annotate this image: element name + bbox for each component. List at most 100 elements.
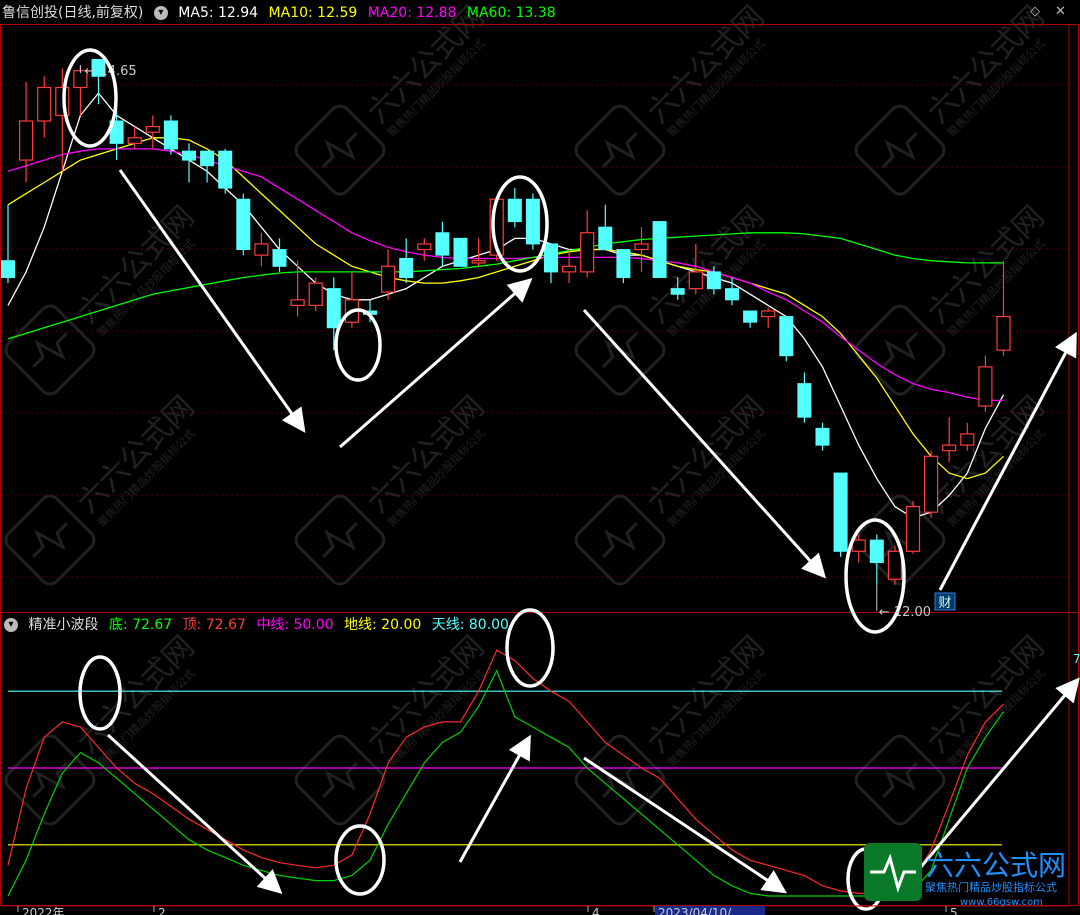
- candle-body: [996, 315, 1011, 351]
- candle-body: [200, 150, 215, 167]
- candle: [616, 249, 631, 284]
- watermark-brand: 六六公式网: [71, 389, 202, 520]
- cai-badge: 财: [938, 596, 951, 611]
- candle-body: [761, 310, 776, 318]
- candle-body: [725, 288, 739, 301]
- candle: [598, 204, 613, 251]
- candle: [435, 221, 450, 267]
- candle-body: [471, 260, 486, 264]
- candle: [507, 188, 522, 228]
- watermark-layer: 六六公式网聚焦热门精品炒股指标公式六六公式网聚焦热门精品炒股指标公式六六公式网聚…: [4, 0, 1052, 826]
- ground-value: 地线: 20.00: [344, 617, 422, 633]
- indicator-menu-icon[interactable]: ▾: [153, 6, 168, 20]
- trend-arrow: [106, 733, 283, 895]
- candle-body: [453, 237, 468, 267]
- date-label: 5: [950, 906, 958, 915]
- watermark-brand: 六六公式网: [641, 0, 772, 130]
- indicator-title: 精准小波段: [28, 617, 99, 633]
- candle-body: [815, 427, 830, 446]
- candle-body: [544, 243, 558, 273]
- candle: [942, 417, 957, 462]
- candle-body: [960, 433, 975, 446]
- candle: [544, 243, 558, 284]
- candle-body: [1, 260, 15, 278]
- watermark-brand: 六六公式网: [921, 199, 1052, 330]
- watermark-brand: 六六公式网: [641, 629, 772, 760]
- candle-body: [561, 265, 577, 273]
- ma60-value: MA60: 13.38: [466, 5, 556, 21]
- watermark-brand: 六六公式网: [921, 629, 1052, 760]
- date-label: 2: [158, 906, 166, 915]
- stock-title: 鲁信创投(日线,前复权): [2, 5, 144, 21]
- stock-chart[interactable]: 六六公式网聚焦热门精品炒股指标公式六六公式网聚焦热门精品炒股指标公式六六公式网聚…: [0, 0, 1080, 915]
- candle-body: [272, 249, 287, 267]
- watermark-tile: 六六公式网聚焦热门精品炒股指标公式: [294, 389, 492, 586]
- trend-arrow: [583, 756, 787, 894]
- candle-body: [525, 198, 540, 245]
- candle-body: [978, 366, 993, 407]
- candle: [453, 237, 468, 267]
- candle: [833, 472, 848, 557]
- indicator-header: ▾ 精准小波段 底: 72.67 顶: 72.67 中线: 50.00 地线: …: [4, 614, 515, 636]
- candle-body: [127, 137, 142, 144]
- bottom-value: 底: 72.67: [108, 617, 173, 633]
- candle-body: [851, 539, 866, 552]
- brand-slogan: 聚焦热门精品炒股指标公式: [925, 880, 1057, 894]
- candle: [308, 277, 323, 311]
- main-header: 鲁信创投(日线,前复权) ▾ MA5: 12.94 MA10: 12.59 MA…: [2, 2, 562, 24]
- candle: [634, 227, 649, 272]
- candle-body: [182, 150, 196, 161]
- candle-body: [507, 198, 522, 223]
- ma20-value: MA20: 12.88: [367, 5, 457, 21]
- watermark-pulse-icon: [31, 521, 69, 559]
- sky-value: 天线: 80.00: [431, 617, 509, 633]
- candle-body: [417, 243, 432, 251]
- candle: [815, 422, 830, 451]
- trend-arrow: [458, 734, 531, 863]
- watermark-tile: 六六公式网聚焦热门精品炒股指标公式: [294, 629, 491, 826]
- watermark-brand: 六六公式网: [361, 389, 492, 520]
- watermark-tile: 六六公式网聚焦热门精品炒股指标公式: [574, 629, 772, 826]
- indicator-menu-icon[interactable]: ▾: [4, 618, 18, 632]
- candle: [37, 76, 52, 138]
- candle: [399, 238, 414, 284]
- watermark-tile: 六六公式网聚焦热门精品炒股指标公式: [4, 389, 202, 586]
- candle-body: [254, 243, 269, 256]
- right-scale-value: 7: [1073, 652, 1080, 666]
- candle-body: [652, 221, 667, 278]
- candle-body: [326, 288, 341, 329]
- candle-body: [308, 282, 323, 307]
- candle: [290, 260, 305, 317]
- candle-body: [580, 232, 595, 273]
- candle-body: [942, 444, 957, 452]
- close-icon[interactable]: ✕: [1055, 4, 1066, 19]
- watermark-pulse-icon: [881, 131, 919, 169]
- candle: [743, 310, 758, 328]
- candle: [525, 193, 540, 250]
- candle-body: [435, 232, 450, 256]
- candle-body: [19, 120, 34, 161]
- date-label: 2022年: [22, 906, 65, 915]
- candle: [561, 249, 577, 284]
- candle-body: [290, 299, 305, 307]
- watermark-tile: 六六公式网聚焦热门精品炒股指标公式: [854, 199, 1052, 396]
- brand-logo: 六六公式网聚焦热门精品炒股指标公式www.66gsw.com: [864, 843, 1066, 908]
- candle-body: [399, 257, 414, 278]
- candle: [797, 372, 812, 423]
- date-label: 2023/04/10/: [658, 906, 732, 915]
- candle: [779, 316, 794, 362]
- candle-body: [887, 550, 903, 580]
- candle: [652, 221, 667, 278]
- ma5-value: MA5: 12.94: [178, 5, 259, 21]
- watermark-pulse-icon: [601, 131, 639, 169]
- candle: [344, 271, 359, 328]
- low-price-label: ← 12.00: [879, 605, 931, 620]
- candle-body: [236, 198, 251, 251]
- candle-body: [55, 86, 70, 117]
- candle: [381, 249, 396, 300]
- watermark-tile: 六六公式网聚焦热门精品炒股指标公式: [574, 389, 771, 586]
- date-label: 4: [592, 906, 600, 915]
- diamond-icon[interactable]: ◇: [1030, 4, 1040, 19]
- brand-name: 六六公式网: [926, 849, 1066, 882]
- candle: [236, 193, 251, 256]
